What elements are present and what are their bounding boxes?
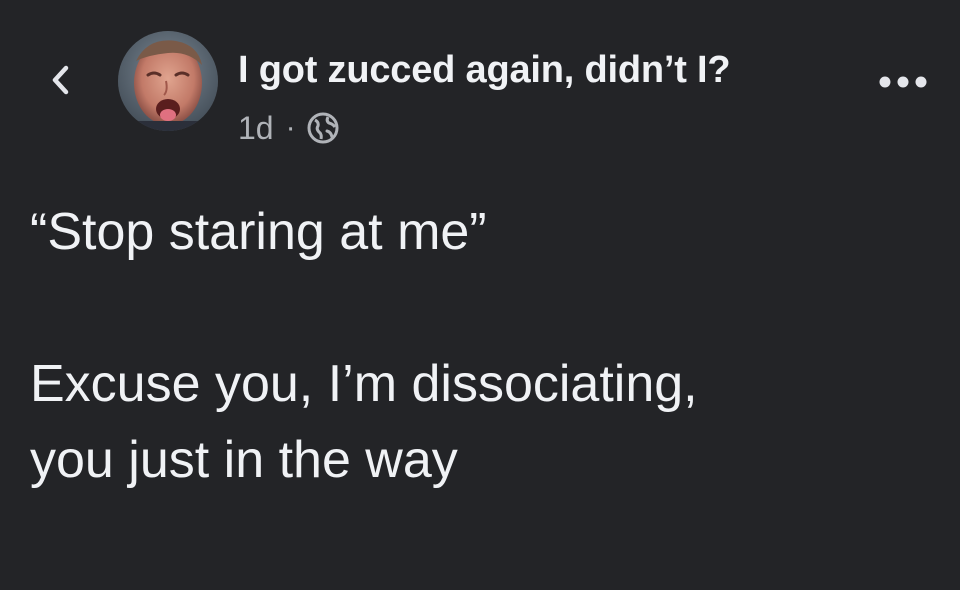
- post-line: “Stop staring at me”: [30, 203, 487, 261]
- globe-icon[interactable]: [306, 111, 340, 145]
- post-meta: 1d ·: [238, 108, 340, 148]
- post-view: I got zucced again, didn’t I? 1d · “Stop…: [0, 0, 960, 590]
- chevron-left-icon: [52, 65, 69, 95]
- avatar[interactable]: [118, 31, 218, 131]
- meta-separator: ·: [285, 111, 296, 144]
- post-line: Excuse you, I’m dissociating,: [30, 355, 698, 413]
- author-name[interactable]: I got zucced again, didn’t I?: [238, 49, 731, 92]
- more-horizontal-icon: [879, 76, 927, 88]
- back-button[interactable]: [40, 60, 80, 100]
- post-line: you just in the way: [30, 431, 458, 489]
- avatar-photo: [118, 31, 218, 131]
- timestamp[interactable]: 1d: [238, 110, 274, 147]
- post-body: “Stop staring at me” Excuse you, I’m dis…: [30, 194, 940, 498]
- more-options-button[interactable]: [872, 62, 934, 102]
